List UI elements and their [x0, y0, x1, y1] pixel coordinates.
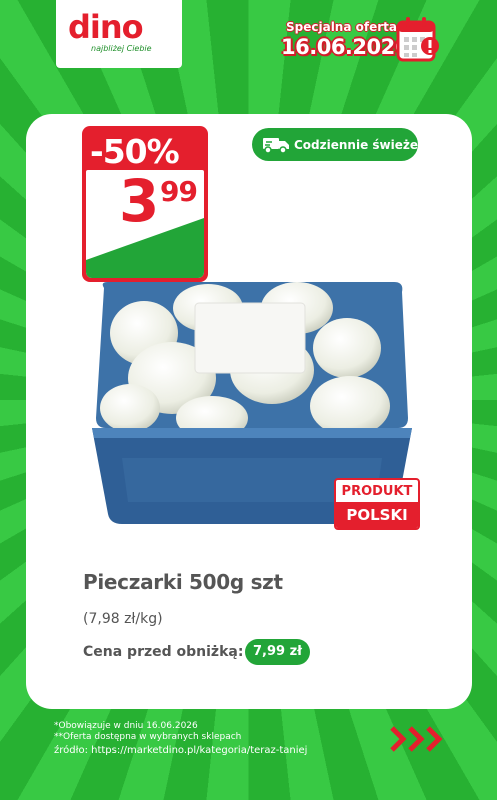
unit-price: (7,98 zł/kg) [83, 611, 163, 627]
footer-source-link[interactable]: źródło: https://marketdino.pl/kategoria/… [54, 745, 307, 756]
truck-icon [263, 137, 289, 154]
fresh-badge: Codziennie świeże [252, 128, 418, 161]
brand-tagline: najbliżej Ciebie [91, 44, 152, 53]
brand-name: dino [68, 8, 144, 46]
price-integer: 3 [119, 167, 159, 235]
offer-date: 16.06.2026 [281, 35, 409, 59]
discount-label: -50% [90, 132, 180, 171]
footer-note-date: *Obowiązuje w dniu 16.06.2026 [54, 721, 198, 731]
offer-label: Specjalna oferta [286, 20, 397, 34]
origin-badge-line2: POLSKI [336, 502, 418, 528]
price-tag: -50% 3 99 [82, 126, 208, 282]
footer-note-availability: **Oferta dostępna w wybranych sklepach [54, 732, 242, 742]
price-decimal: 99 [160, 175, 198, 208]
previous-price-value: 7,99 zł [245, 639, 310, 665]
calendar-alert-icon [396, 17, 439, 62]
origin-badge: PRODUKT POLSKI [334, 478, 420, 530]
chevrons-right-icon[interactable] [388, 724, 448, 754]
previous-price-label: Cena przed obniżką: [83, 644, 244, 660]
fresh-badge-label: Codziennie świeże [294, 137, 418, 152]
product-name: Pieczarki 500g szt [83, 570, 283, 594]
brand-logo[interactable]: dino najbliżej Ciebie [56, 0, 182, 68]
origin-badge-line1: PRODUKT [341, 484, 413, 499]
